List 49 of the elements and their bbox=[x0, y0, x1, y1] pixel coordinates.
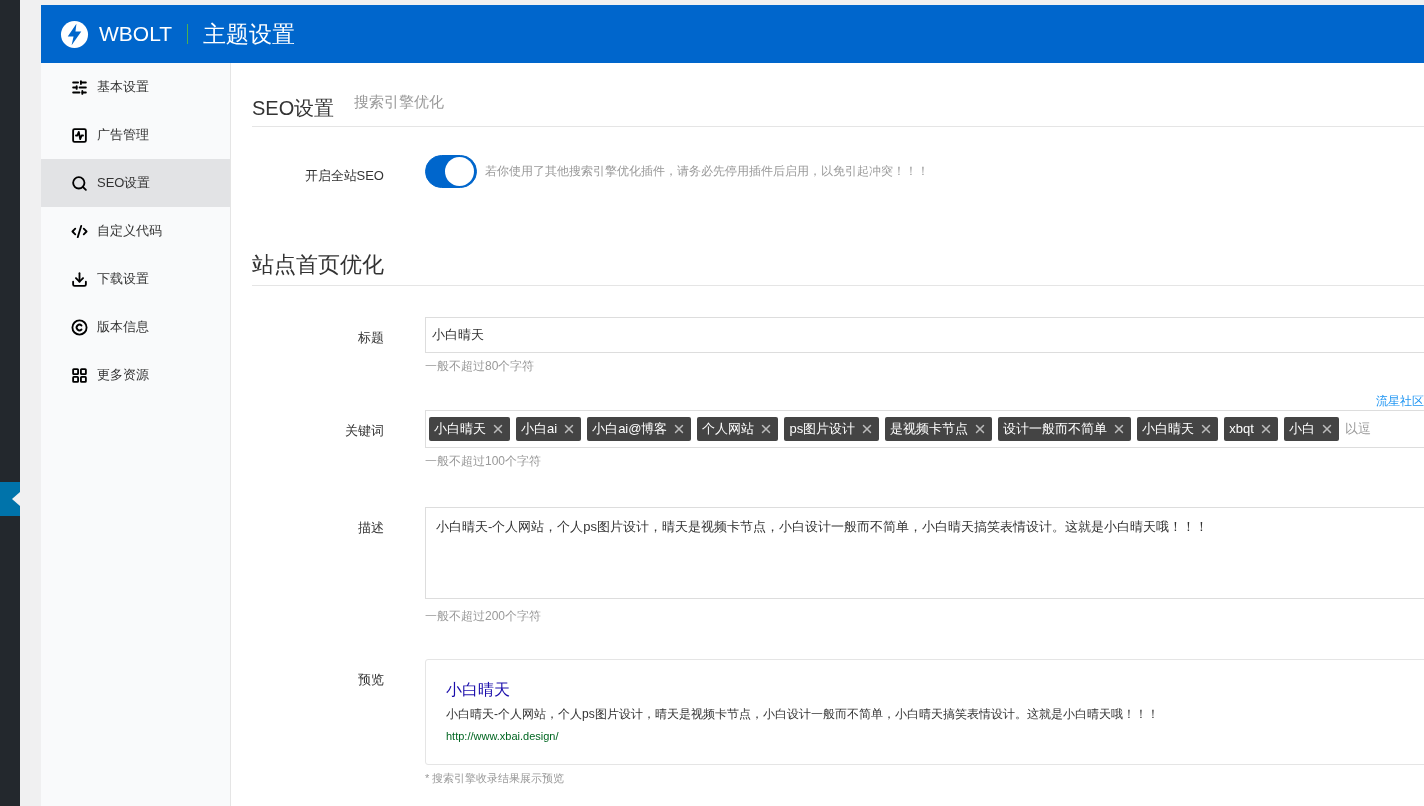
keyword-tag[interactable]: 小白ai bbox=[516, 416, 582, 441]
sidebar-item[interactable]: SEO设置 bbox=[41, 159, 230, 207]
field-hint: 一般不超过200个字符 bbox=[425, 607, 543, 625]
sidebar-item[interactable]: 下载设置 bbox=[41, 255, 230, 303]
field-label: 开启全站SEO bbox=[304, 167, 384, 183]
field-label: 关键词 bbox=[345, 422, 384, 438]
grid-icon bbox=[71, 366, 88, 384]
keyword-tag[interactable]: 设计一般而不简单 bbox=[998, 416, 1132, 441]
sliders-icon bbox=[71, 78, 88, 96]
section-title: SEO设置 bbox=[252, 95, 335, 121]
keyword-tag[interactable]: 是视频卡节点 bbox=[885, 416, 993, 441]
sidebar-item[interactable]: 广告管理 bbox=[41, 111, 230, 159]
field-label: 预览 bbox=[358, 671, 384, 687]
chart-icon bbox=[71, 126, 88, 144]
brand-name: WBOLT bbox=[99, 21, 173, 48]
preview-url: http://www.xbai.design/ bbox=[446, 728, 560, 744]
sidebar-item[interactable]: 自定义代码 bbox=[41, 207, 230, 255]
keyword-tag[interactable]: 小白ai@博客 bbox=[587, 416, 692, 441]
keyword-tag[interactable]: 小白 bbox=[1283, 416, 1339, 441]
sidebar-item[interactable]: 版本信息 bbox=[41, 303, 230, 351]
search-icon bbox=[71, 174, 88, 192]
keyword-tag[interactable]: 个人网站 bbox=[697, 416, 779, 441]
toggle-switch[interactable] bbox=[425, 154, 477, 188]
keywords-field[interactable]: 小白晴天 小白ai 小白ai@博客 个人网站 ps图片设计 是视频卡节点 设计一般而不简单 小白晴天 xbqt 小白 以逗 bbox=[425, 409, 1424, 448]
sidebar-item[interactable]: 更多资源 bbox=[41, 351, 230, 399]
preview-note: * 搜索引擎收录结果展示预览 bbox=[425, 770, 566, 785]
collapse-tab[interactable] bbox=[0, 482, 20, 516]
code-icon bbox=[71, 222, 88, 240]
keyword-tag[interactable]: xbqt bbox=[1224, 416, 1278, 441]
keyword-tag[interactable]: 小白晴天 bbox=[429, 416, 510, 441]
copyright-icon bbox=[71, 318, 88, 336]
sidebar-item[interactable]: 基本设置 bbox=[41, 63, 230, 111]
preview-title: 小白晴天 bbox=[446, 679, 511, 700]
bolt-logo-icon bbox=[60, 19, 89, 49]
header-title: 主题设置 bbox=[203, 19, 296, 49]
field-hint: 一般不超过80个字符 bbox=[425, 357, 536, 375]
field-label: 描述 bbox=[358, 519, 384, 535]
keyword-tag[interactable]: 小白晴天 bbox=[1137, 416, 1219, 441]
field-label: 标题 bbox=[358, 329, 384, 345]
section-subtitle: 搜索引擎优化 bbox=[354, 92, 445, 112]
toggle-note: 若你使用了其他搜索引擎优化插件，请务必先停用插件后启用，以免引起冲突！！！ bbox=[485, 163, 929, 180]
preview-description: 小白晴天-个人网站，个人ps图片设计，晴天是视频卡节点，小白设计一般而不简单，小白晴天搞笑表情设计。这就是小白晴天哦！！！ bbox=[446, 705, 1160, 723]
section-title: 站点首页优化 bbox=[252, 251, 384, 277]
title-field[interactable]: 小白晴天 bbox=[425, 316, 1424, 353]
download-icon bbox=[71, 270, 88, 288]
description-field[interactable]: 小白晴天-个人网站，个人ps图片设计，晴天是视频卡节点，小白设计一般而不简单，小白晴天搞笑表情设计。这就是小白晴天哦！！！ bbox=[425, 506, 1424, 599]
keyword-tag[interactable]: ps图片设计 bbox=[784, 416, 880, 441]
field-hint: 一般不超过100个字符 bbox=[425, 452, 543, 470]
keywords-placeholder: 以逗 bbox=[1344, 419, 1371, 438]
